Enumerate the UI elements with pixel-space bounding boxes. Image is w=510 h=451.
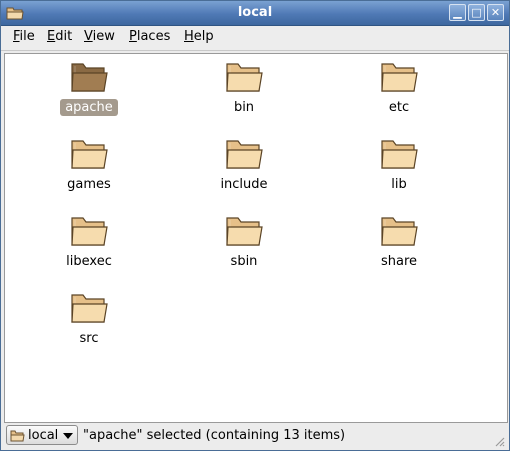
location-label: local <box>28 428 59 443</box>
folder-name: include <box>220 177 268 192</box>
folder-item-libexec[interactable]: libexec <box>29 208 149 280</box>
folder-label: bin <box>184 100 304 115</box>
menu-help-mnemonic: H <box>184 29 194 44</box>
folder-name: lib <box>391 177 407 192</box>
menu-edit-mnemonic: E <box>47 29 56 44</box>
window-title: local <box>237 5 273 20</box>
folder-name: sbin <box>230 254 258 269</box>
folder-icon <box>226 63 263 92</box>
folder-item-games[interactable]: games <box>29 131 149 203</box>
folder-item-bin[interactable]: bin <box>184 54 304 126</box>
folder-icon <box>226 140 263 169</box>
titlebar[interactable]: local ▁ □ ✕ <box>1 1 509 26</box>
statusbar: local "apache" selected (containing 13 i… <box>1 423 509 450</box>
menubar: File Edit View Places Help <box>1 26 509 51</box>
menu-places-label: laces <box>136 29 171 44</box>
folder-icon <box>71 294 108 323</box>
folder-icon <box>381 217 418 246</box>
folder-label: lib <box>339 177 459 192</box>
menu-view-label: iew <box>92 29 115 44</box>
close-button[interactable]: ✕ <box>487 4 504 21</box>
menu-edit-label: dit <box>55 29 73 44</box>
folder-item-apache[interactable]: apache <box>29 54 149 126</box>
folder-name: share <box>380 254 418 269</box>
file-manager-window: local ▁ □ ✕ File Edit View Places Help a… <box>0 0 510 451</box>
folder-name: libexec <box>66 254 112 269</box>
folder-label: libexec <box>29 254 149 269</box>
folder-item-lib[interactable]: lib <box>339 131 459 203</box>
menu-help[interactable]: Help <box>184 29 214 44</box>
folder-item-share[interactable]: share <box>339 208 459 280</box>
minimize-button[interactable]: ▁ <box>449 4 466 21</box>
location-button[interactable]: local <box>6 425 78 445</box>
menu-view-mnemonic: V <box>84 29 93 44</box>
folder-name: bin <box>233 100 255 115</box>
folder-icon <box>381 63 418 92</box>
folder-name: src <box>79 331 99 346</box>
folder-label: sbin <box>184 254 304 269</box>
menu-file-label: ile <box>19 29 35 44</box>
folder-icon <box>226 217 263 246</box>
resize-grip-icon[interactable] <box>493 435 505 447</box>
menu-file[interactable]: File <box>13 29 35 44</box>
folder-item-include[interactable]: include <box>184 131 304 203</box>
folder-label: etc <box>339 100 459 115</box>
folder-name: etc <box>388 100 410 115</box>
folder-label: apache <box>29 99 149 116</box>
maximize-button[interactable]: □ <box>468 4 485 21</box>
dropdown-arrow-icon <box>63 433 73 439</box>
menu-help-label: elp <box>193 29 214 44</box>
folder-item-sbin[interactable]: sbin <box>184 208 304 280</box>
icon-view[interactable]: apache bin etc games include lib libexec sbin sh… <box>4 53 508 423</box>
folder-label: src <box>29 331 149 346</box>
folder-item-src[interactable]: src <box>29 285 149 357</box>
folder-item-etc[interactable]: etc <box>339 54 459 126</box>
folder-name: apache <box>60 99 118 116</box>
menu-places-mnemonic: P <box>129 29 137 44</box>
folder-icon <box>71 63 108 92</box>
folder-label: include <box>184 177 304 192</box>
folder-icon <box>381 140 418 169</box>
folder-icon <box>10 430 25 442</box>
folder-icon <box>71 217 108 246</box>
folder-label: games <box>29 177 149 192</box>
status-text: "apache" selected (containing 13 items) <box>83 428 346 443</box>
menu-places[interactable]: Places <box>129 29 170 44</box>
folder-name: games <box>67 177 111 192</box>
folder-label: share <box>339 254 459 269</box>
menu-view[interactable]: View <box>84 29 115 44</box>
menu-edit[interactable]: Edit <box>47 29 72 44</box>
folder-icon <box>71 140 108 169</box>
